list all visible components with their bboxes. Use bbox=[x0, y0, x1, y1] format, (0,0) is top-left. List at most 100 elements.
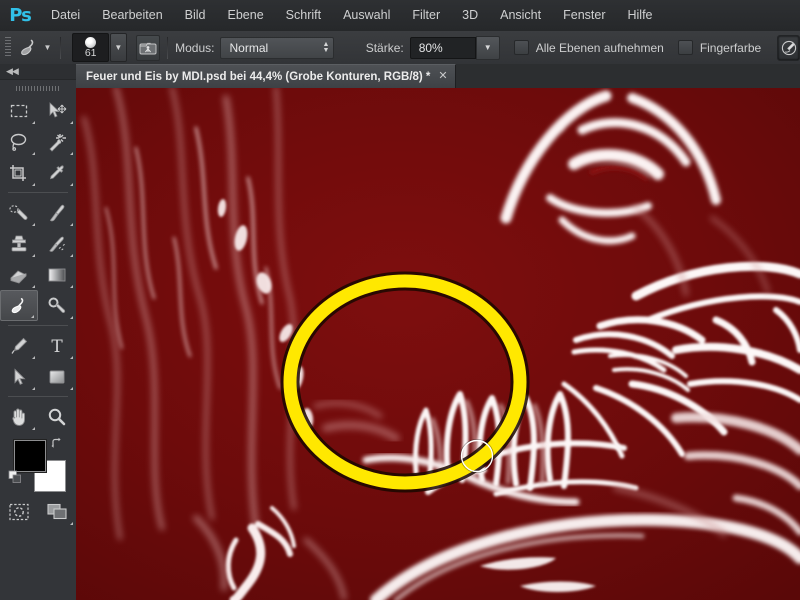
tool-flyout-corner-icon bbox=[70, 223, 73, 226]
tool-spot-healing-brush[interactable] bbox=[0, 197, 38, 228]
mode-buttons bbox=[0, 496, 76, 527]
strength-chevron-down-icon[interactable]: ▼ bbox=[475, 35, 500, 60]
tool-history-brush[interactable] bbox=[38, 228, 76, 259]
photoshop-logo-icon: Ps bbox=[9, 5, 32, 26]
options-separator-2 bbox=[167, 36, 169, 59]
smudge-tool-icon[interactable] bbox=[17, 35, 41, 60]
tool-hand[interactable] bbox=[0, 401, 38, 432]
tool-flyout-corner-icon bbox=[70, 285, 73, 288]
airbrush-toggle-icon[interactable] bbox=[777, 34, 800, 61]
tool-flyout-corner-icon bbox=[70, 387, 73, 390]
tool-flyout-corner-icon bbox=[70, 121, 73, 124]
tool-preset-chevron-down-icon[interactable]: ▼ bbox=[41, 35, 53, 60]
toolbox-separator-1 bbox=[8, 192, 68, 193]
checkbox-box bbox=[677, 40, 693, 55]
tool-magic-wand[interactable] bbox=[38, 126, 76, 157]
tool-type[interactable]: T bbox=[38, 330, 76, 361]
tool-flyout-corner-icon bbox=[32, 121, 35, 124]
screen-mode-icon[interactable] bbox=[38, 496, 76, 527]
options-separator bbox=[60, 36, 62, 59]
tool-clone-stamp[interactable] bbox=[0, 228, 38, 259]
tool-flyout-corner-icon bbox=[32, 356, 35, 359]
options-bar-grip[interactable] bbox=[5, 37, 12, 58]
select-updown-icon: ▲ ▼ bbox=[322, 40, 330, 54]
menu-item-schrift[interactable]: Schrift bbox=[275, 0, 332, 31]
strength-input[interactable]: 80% bbox=[409, 36, 476, 59]
blend-mode-select[interactable]: Normal ▲ ▼ bbox=[220, 36, 335, 59]
menu-item-datei[interactable]: Datei bbox=[40, 0, 91, 31]
toolbox-header[interactable]: ◀◀ bbox=[0, 64, 76, 80]
document-tab[interactable]: Feuer und Eis by MDI.psd bei 44,4% (Grob… bbox=[76, 64, 456, 88]
tool-rectangle-shape[interactable] bbox=[38, 361, 76, 392]
tool-eraser[interactable] bbox=[0, 259, 38, 290]
tool-brush[interactable] bbox=[38, 197, 76, 228]
tool-grid-3: T bbox=[0, 330, 76, 392]
tool-flyout-corner-icon bbox=[70, 254, 73, 257]
finger-paint-label: Fingerfarbe bbox=[699, 40, 762, 55]
default-colors-icon[interactable] bbox=[8, 470, 22, 489]
menu-item-auswahl[interactable]: Auswahl bbox=[332, 0, 401, 31]
tool-flyout-corner-icon bbox=[32, 427, 35, 430]
artwork bbox=[76, 88, 800, 600]
strength-value: 80% bbox=[418, 40, 443, 55]
menu-item-ebene[interactable]: Ebene bbox=[217, 0, 275, 31]
finger-paint-checkbox[interactable]: Fingerfarbe bbox=[677, 40, 762, 55]
tool-options-bar: ▼ 61 ▼ Modus: Normal ▲ ▼ Stärke: 80% ▼ A… bbox=[0, 31, 800, 65]
photoshop-window: Ps Datei Bearbeiten Bild Ebene Schrift A… bbox=[0, 0, 800, 600]
tool-flyout-corner-icon bbox=[70, 522, 73, 525]
sample-all-layers-checkbox[interactable]: Alle Ebenen aufnehmen bbox=[513, 40, 664, 55]
toolbox-panel: ◀◀ T bbox=[0, 64, 77, 600]
blend-mode-value: Normal bbox=[229, 40, 269, 55]
tool-smudge[interactable] bbox=[0, 290, 38, 321]
tool-path-selection[interactable] bbox=[0, 361, 38, 392]
tool-dodge[interactable] bbox=[38, 290, 76, 321]
menu-item-ansicht[interactable]: Ansicht bbox=[489, 0, 552, 31]
brush-preset-picker[interactable]: 61 bbox=[72, 33, 109, 62]
menu-item-hilfe[interactable]: Hilfe bbox=[617, 0, 664, 31]
toolbox-grip[interactable] bbox=[16, 86, 60, 91]
document-tab-title: Feuer und Eis by MDI.psd bei 44,4% (Grob… bbox=[86, 70, 431, 83]
sample-all-layers-label: Alle Ebenen aufnehmen bbox=[535, 40, 664, 55]
tool-grid bbox=[0, 95, 76, 188]
mode-label: Modus: bbox=[175, 40, 215, 55]
tool-lasso[interactable] bbox=[0, 126, 38, 157]
document-tab-bar: Feuer und Eis by MDI.psd bei 44,4% (Grob… bbox=[76, 64, 800, 89]
tool-flyout-corner-icon bbox=[32, 183, 35, 186]
tool-flyout-corner-icon bbox=[70, 152, 73, 155]
tool-move[interactable] bbox=[38, 95, 76, 126]
tool-flyout-corner-icon bbox=[31, 315, 34, 318]
tool-flyout-corner-icon bbox=[32, 152, 35, 155]
swap-colors-icon[interactable] bbox=[50, 436, 64, 453]
menu-item-filter[interactable]: Filter bbox=[401, 0, 451, 31]
tool-flyout-corner-icon bbox=[32, 223, 35, 226]
tool-flyout-corner-icon bbox=[70, 356, 73, 359]
tool-eyedropper[interactable] bbox=[38, 157, 76, 188]
brush-size-value: 61 bbox=[84, 47, 97, 59]
brush-preset-chevron-down-icon[interactable]: ▼ bbox=[110, 33, 127, 62]
foreground-color-swatch[interactable] bbox=[14, 440, 46, 472]
tool-flyout-corner-icon bbox=[32, 285, 35, 288]
menu-item-bild[interactable]: Bild bbox=[174, 0, 217, 31]
close-icon[interactable]: ✕ bbox=[438, 71, 447, 82]
tool-grid-4 bbox=[0, 401, 76, 432]
menu-item-3d[interactable]: 3D bbox=[451, 0, 489, 31]
tool-flyout-corner-icon bbox=[70, 316, 73, 319]
menu-bar: Ps Datei Bearbeiten Bild Ebene Schrift A… bbox=[0, 0, 800, 32]
tool-zoom[interactable] bbox=[38, 401, 76, 432]
tool-grid-2 bbox=[0, 197, 76, 321]
strength-label: Stärke: bbox=[365, 40, 404, 55]
collapse-panel-icon[interactable]: ◀◀ bbox=[6, 66, 19, 77]
tool-gradient[interactable] bbox=[38, 259, 76, 290]
image-canvas[interactable] bbox=[76, 88, 800, 600]
color-swatches bbox=[0, 436, 76, 494]
menu-item-fenster[interactable]: Fenster bbox=[552, 0, 616, 31]
quick-mask-icon[interactable] bbox=[0, 496, 38, 527]
tool-crop[interactable] bbox=[0, 157, 38, 188]
tool-rectangular-marquee[interactable] bbox=[0, 95, 38, 126]
menu-item-bearbeiten[interactable]: Bearbeiten bbox=[91, 0, 173, 31]
svg-text:T: T bbox=[51, 337, 63, 356]
brush-panel-icon[interactable] bbox=[135, 34, 161, 61]
toolbox-separator-3 bbox=[8, 396, 68, 397]
tool-pen[interactable] bbox=[0, 330, 38, 361]
tool-flyout-corner-icon bbox=[70, 183, 73, 186]
